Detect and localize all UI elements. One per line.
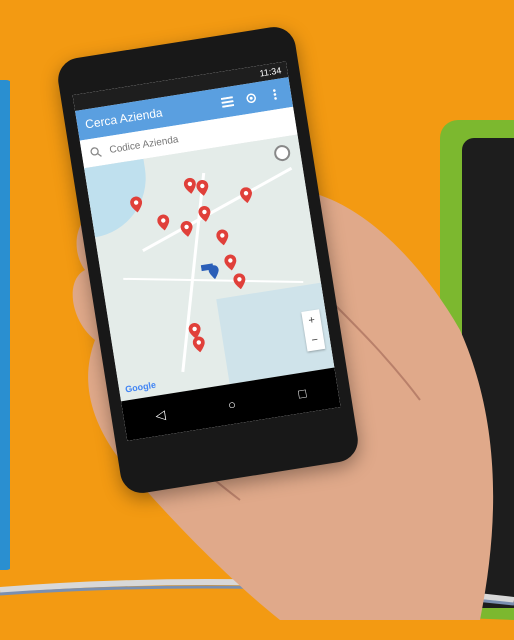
map-pin-icon[interactable] (192, 336, 206, 354)
map-pin-icon[interactable] (198, 205, 212, 223)
back-button[interactable]: ◁ (154, 407, 166, 424)
phone-screen: 11:34 Cerca Azienda Codice Azienda + − G… (72, 61, 341, 441)
map-pin-icon[interactable] (233, 272, 247, 290)
zoom-out-button[interactable]: − (311, 334, 319, 347)
locate-icon[interactable] (242, 89, 260, 107)
zoom-in-button[interactable]: + (308, 314, 316, 327)
google-logo: Google (124, 379, 157, 395)
home-button[interactable]: ○ (227, 396, 237, 412)
current-location-icon (200, 263, 219, 280)
map-pin-icon[interactable] (195, 179, 209, 197)
map-pin-icon[interactable] (215, 229, 229, 247)
map-view[interactable]: + − Google (84, 134, 335, 402)
more-vert-icon[interactable] (266, 85, 284, 103)
map-pin-icon[interactable] (223, 254, 237, 272)
map-pin-icon[interactable] (156, 214, 170, 232)
map-pin-icon[interactable] (183, 177, 197, 195)
search-icon (90, 147, 102, 157)
map-pin-icon[interactable] (129, 196, 143, 214)
recents-button[interactable]: □ (297, 385, 307, 401)
list-icon[interactable] (218, 93, 236, 111)
map-pin-icon[interactable] (180, 220, 194, 238)
status-time: 11:34 (258, 65, 282, 79)
map-locate-button[interactable] (273, 143, 292, 163)
map-pin-icon[interactable] (239, 186, 253, 204)
